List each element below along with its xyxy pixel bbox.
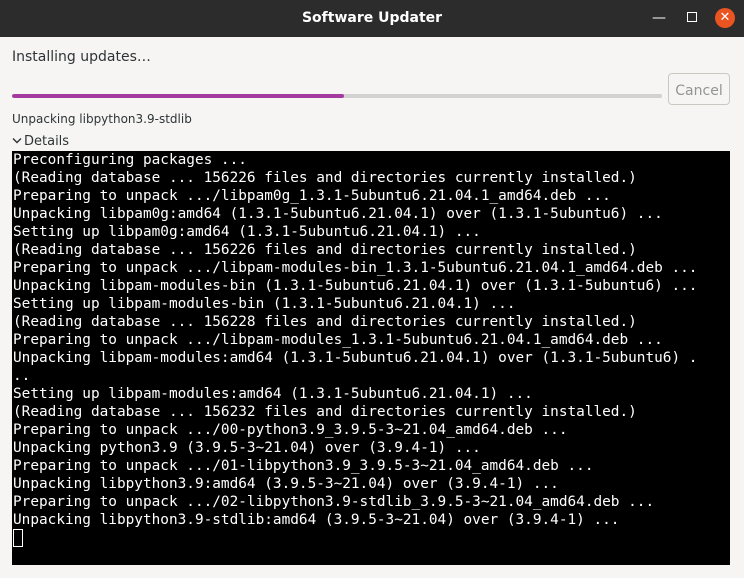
terminal-line: (Reading database ... 156226 files and d… (13, 242, 637, 258)
minimize-icon[interactable]: — (649, 8, 669, 28)
terminal-line: Preparing to unpack .../00-python3.9_3.9… (13, 422, 568, 438)
window-title: Software Updater (301, 10, 443, 26)
terminal-output[interactable]: Preconfiguring packages ... (Reading data… (12, 151, 730, 565)
terminal-line: Unpacking libpython3.9:amd64 (3.9.5-3~21… (13, 476, 559, 492)
progress-bar (12, 94, 662, 98)
chevron-down-icon (12, 135, 22, 148)
terminal-cursor-line (13, 529, 730, 547)
current-action-label: Unpacking libpython3.9-stdlib (12, 112, 192, 126)
close-icon[interactable]: ✕ (715, 8, 735, 28)
terminal-line: Preparing to unpack .../02-libpython3.9-… (13, 494, 655, 510)
terminal-line: Unpacking libpython3.9-stdlib:amd64 (3.9… (13, 512, 620, 528)
terminal-line: (Reading database ... 156228 files and d… (13, 314, 637, 330)
terminal-line: Preconfiguring packages ... (13, 152, 247, 168)
terminal-line: Preparing to unpack .../01-libpython3.9_… (13, 458, 594, 474)
terminal-line: Unpacking libpam0g:amd64 (1.3.1-5ubuntu6… (13, 206, 663, 222)
terminal-line: .. (13, 368, 31, 384)
cancel-button[interactable]: Cancel (668, 73, 730, 105)
terminal-line: (Reading database ... 156232 files and d… (13, 404, 637, 420)
terminal-line: (Reading database ... 156226 files and d… (13, 170, 637, 186)
terminal-line: Preparing to unpack .../libpam-modules-b… (13, 260, 698, 276)
terminal-cursor (13, 529, 23, 547)
terminal-line: Preparing to unpack .../libpam-modules_1… (13, 332, 663, 348)
details-label: Details (24, 134, 70, 149)
terminal-line: Unpacking libpam-modules:amd64 (1.3.1-5u… (13, 350, 698, 366)
terminal-line: Setting up libpam-modules:amd64 (1.3.1-5… (13, 386, 533, 402)
terminal-line: Setting up libpam-modules-bin (1.3.1-5ub… (13, 296, 516, 312)
maximize-icon[interactable] (682, 8, 702, 28)
terminal-line: Unpacking libpam-modules-bin (1.3.1-5ubu… (13, 278, 698, 294)
progress-fill (12, 94, 344, 98)
terminal-line: Preparing to unpack .../libpam0g_1.3.1-5… (13, 188, 611, 204)
terminal-text: Preconfiguring packages ... (Reading data… (12, 151, 730, 547)
terminal-line: Setting up libpam0g:amd64 (1.3.1-5ubuntu… (13, 224, 481, 240)
status-title: Installing updates… (12, 49, 151, 65)
terminal-line: Unpacking python3.9 (3.9.5-3~21.04) over… (13, 440, 481, 456)
details-expander[interactable]: Details (12, 134, 69, 149)
title-bar: Software Updater — ✕ (0, 0, 744, 37)
